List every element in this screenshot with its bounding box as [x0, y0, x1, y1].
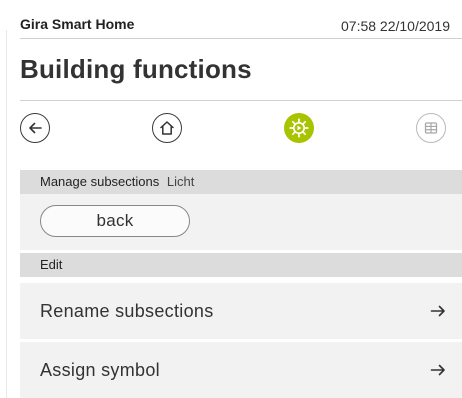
back-button[interactable]: back	[40, 205, 190, 237]
app-brand: Gira Smart Home	[20, 16, 135, 32]
divider	[6, 30, 7, 398]
grid-icon	[424, 122, 438, 134]
section-title: Edit	[40, 257, 63, 272]
rename-subsections-item[interactable]: Rename subsections	[20, 283, 462, 339]
arrow-right-icon	[430, 364, 445, 376]
back-arrow-icon	[29, 122, 42, 134]
assign-symbol-item[interactable]: Assign symbol	[20, 342, 462, 398]
page-title: Building functions	[20, 54, 252, 84]
menu-item-label: Assign symbol	[40, 360, 160, 380]
status-bar: Gira Smart Home 07:58 22/10/2019	[20, 16, 450, 36]
arrow-right-icon	[430, 305, 445, 317]
menu-item-label: Rename subsections	[40, 301, 214, 321]
divider	[20, 38, 462, 39]
edit-section-header: Edit	[20, 253, 462, 277]
home-icon	[160, 121, 174, 135]
back-button-row: back	[20, 194, 462, 250]
home-button[interactable]	[152, 113, 182, 143]
screen: Gira Smart Home 07:58 22/10/2019 Buildin…	[0, 0, 462, 398]
settings-button[interactable]	[284, 113, 314, 143]
section-title: Manage subsections	[40, 174, 160, 189]
divider	[20, 100, 462, 101]
manage-subsections-header: Manage subsections Licht	[20, 170, 462, 194]
clock: 07:58 22/10/2019	[341, 18, 450, 34]
back-nav-button[interactable]	[20, 113, 50, 143]
section-context: Licht	[166, 174, 195, 189]
settings-gear-icon	[289, 118, 309, 138]
grid-view-button[interactable]	[416, 113, 446, 143]
nav-bar	[20, 102, 462, 158]
